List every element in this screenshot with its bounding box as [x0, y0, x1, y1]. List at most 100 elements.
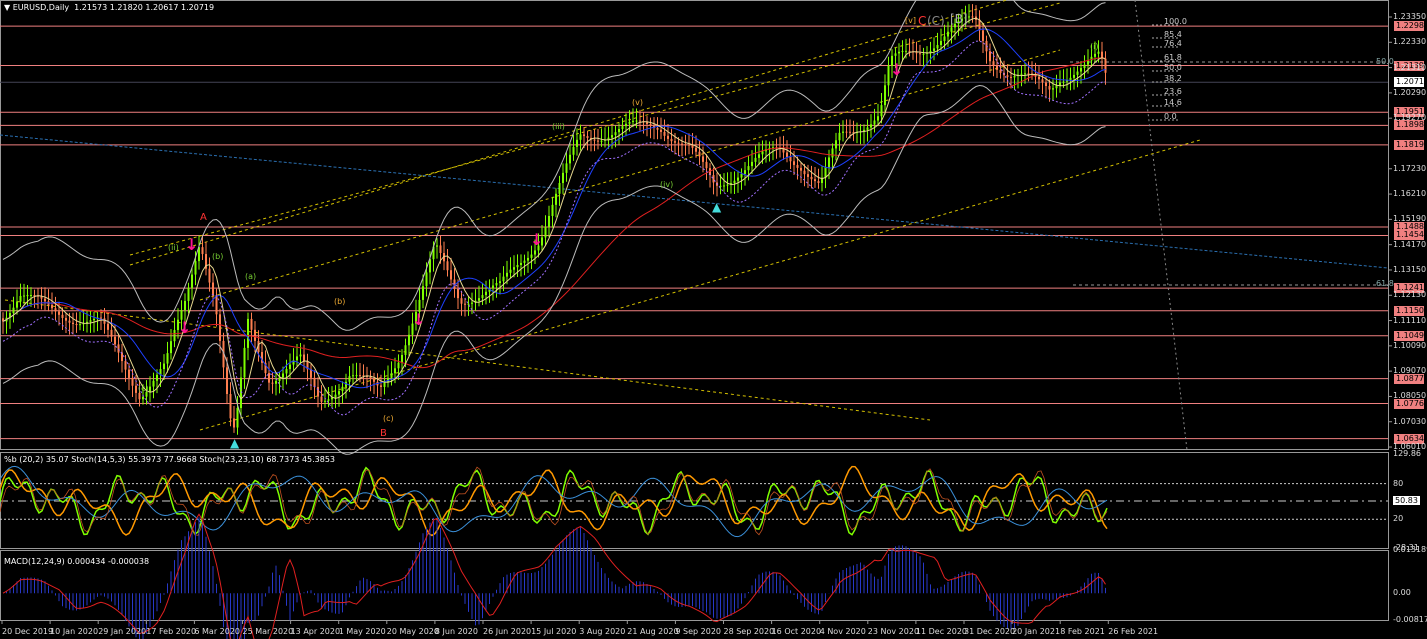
candle: [828, 157, 830, 168]
candle: [219, 314, 221, 341]
candle: [670, 138, 673, 142]
wave-label: [v]: [905, 16, 916, 25]
candle: [380, 385, 382, 387]
date-label: 29 Jan 2020: [98, 627, 147, 636]
fib-level-label: 23.6: [1164, 87, 1182, 96]
candle: [1062, 81, 1065, 83]
candle: [467, 303, 470, 305]
candle: [698, 151, 701, 157]
candle: [611, 135, 613, 138]
candle: [121, 352, 123, 362]
fib-level-label: 76.4: [1164, 39, 1182, 48]
candle: [579, 134, 582, 140]
candle: [754, 157, 757, 162]
price-tick-label: 1.21310: [1393, 62, 1427, 72]
date-label: 20 May 2020: [386, 627, 439, 636]
candle: [996, 65, 998, 70]
candle: [838, 132, 841, 141]
channel-line: [4, 299, 931, 421]
candle: [1094, 53, 1096, 57]
candle: [439, 245, 442, 253]
candle: [93, 318, 95, 321]
candle: [569, 154, 571, 164]
fib-level-label: 38.2: [1164, 74, 1182, 83]
candle: [299, 354, 302, 357]
oscillator-tick-label: 20: [1393, 514, 1404, 524]
candle: [457, 288, 459, 299]
candle: [684, 144, 687, 146]
fib-level-label: 61.8: [1164, 53, 1182, 62]
triangle-down-icon[interactable]: ▼: [4, 3, 10, 12]
candle: [908, 50, 911, 52]
candle: [667, 135, 669, 139]
symbol-label: EURUSD,Daily: [12, 3, 70, 12]
candle: [373, 379, 375, 382]
trend-line: [0, 134, 1389, 269]
candle: [289, 364, 291, 370]
candle: [558, 183, 561, 194]
date-label: 20 Jan 2021: [1012, 627, 1061, 636]
candle: [215, 295, 218, 315]
date-label: 3 Aug 2020: [579, 627, 626, 636]
candle: [600, 140, 603, 142]
candle: [723, 185, 725, 187]
date-label: 8 Feb 2021: [1060, 627, 1105, 636]
fib-level-label: 100.0: [1164, 17, 1187, 26]
candle: [12, 307, 15, 314]
candle: [1052, 88, 1054, 90]
price-tick-label: 1.09070: [1393, 366, 1427, 376]
candle: [922, 53, 925, 55]
candle: [800, 167, 802, 171]
arrow-up-icon: ▲: [712, 200, 722, 214]
candle: [502, 276, 505, 282]
candle: [947, 31, 949, 37]
candle: [75, 324, 78, 326]
arrow-down-icon: ↓: [890, 60, 904, 79]
candle: [691, 145, 694, 148]
candle: [166, 353, 169, 364]
candle: [359, 375, 361, 377]
candle: [481, 295, 484, 299]
candle: [621, 126, 624, 130]
candle: [786, 152, 788, 158]
wave-label: (b): [212, 252, 224, 261]
oscillator-tick-label: 129.86: [1393, 449, 1421, 458]
candle: [649, 123, 652, 126]
candle: [919, 53, 921, 55]
candle: [103, 318, 106, 324]
candle: [530, 254, 533, 258]
date-label: 23 Nov 2020: [867, 627, 920, 636]
candle: [110, 329, 113, 337]
candle: [940, 40, 942, 46]
candle: [726, 184, 729, 186]
candle: [635, 120, 638, 122]
wave-label: (iii): [552, 122, 565, 131]
candle: [1104, 58, 1107, 73]
candle: [275, 381, 277, 384]
wave-label: B: [380, 428, 387, 439]
candle: [576, 139, 578, 147]
candle: [401, 354, 403, 363]
candle: [408, 334, 410, 346]
price-tick-label: 1.15190: [1393, 214, 1427, 224]
candle: [677, 142, 680, 144]
candle: [194, 261, 197, 275]
date-label: 4 Nov 2020: [819, 627, 866, 636]
chart-canvas[interactable]: [0, 0, 1427, 639]
candle: [1038, 76, 1040, 80]
wave-label: (c): [138, 384, 149, 393]
candle: [156, 374, 158, 381]
candle: [131, 377, 134, 386]
candle: [989, 51, 991, 62]
candle: [247, 318, 249, 348]
candle: [184, 300, 186, 311]
date-label: 20 Dec 2019: [2, 627, 54, 636]
candle: [128, 369, 130, 378]
arrow-down-icon: ↓: [185, 235, 199, 254]
candle: [460, 298, 463, 304]
candle: [250, 318, 253, 330]
candle: [516, 265, 519, 268]
candle: [1006, 75, 1009, 77]
candle: [114, 336, 116, 345]
candle: [58, 311, 60, 315]
